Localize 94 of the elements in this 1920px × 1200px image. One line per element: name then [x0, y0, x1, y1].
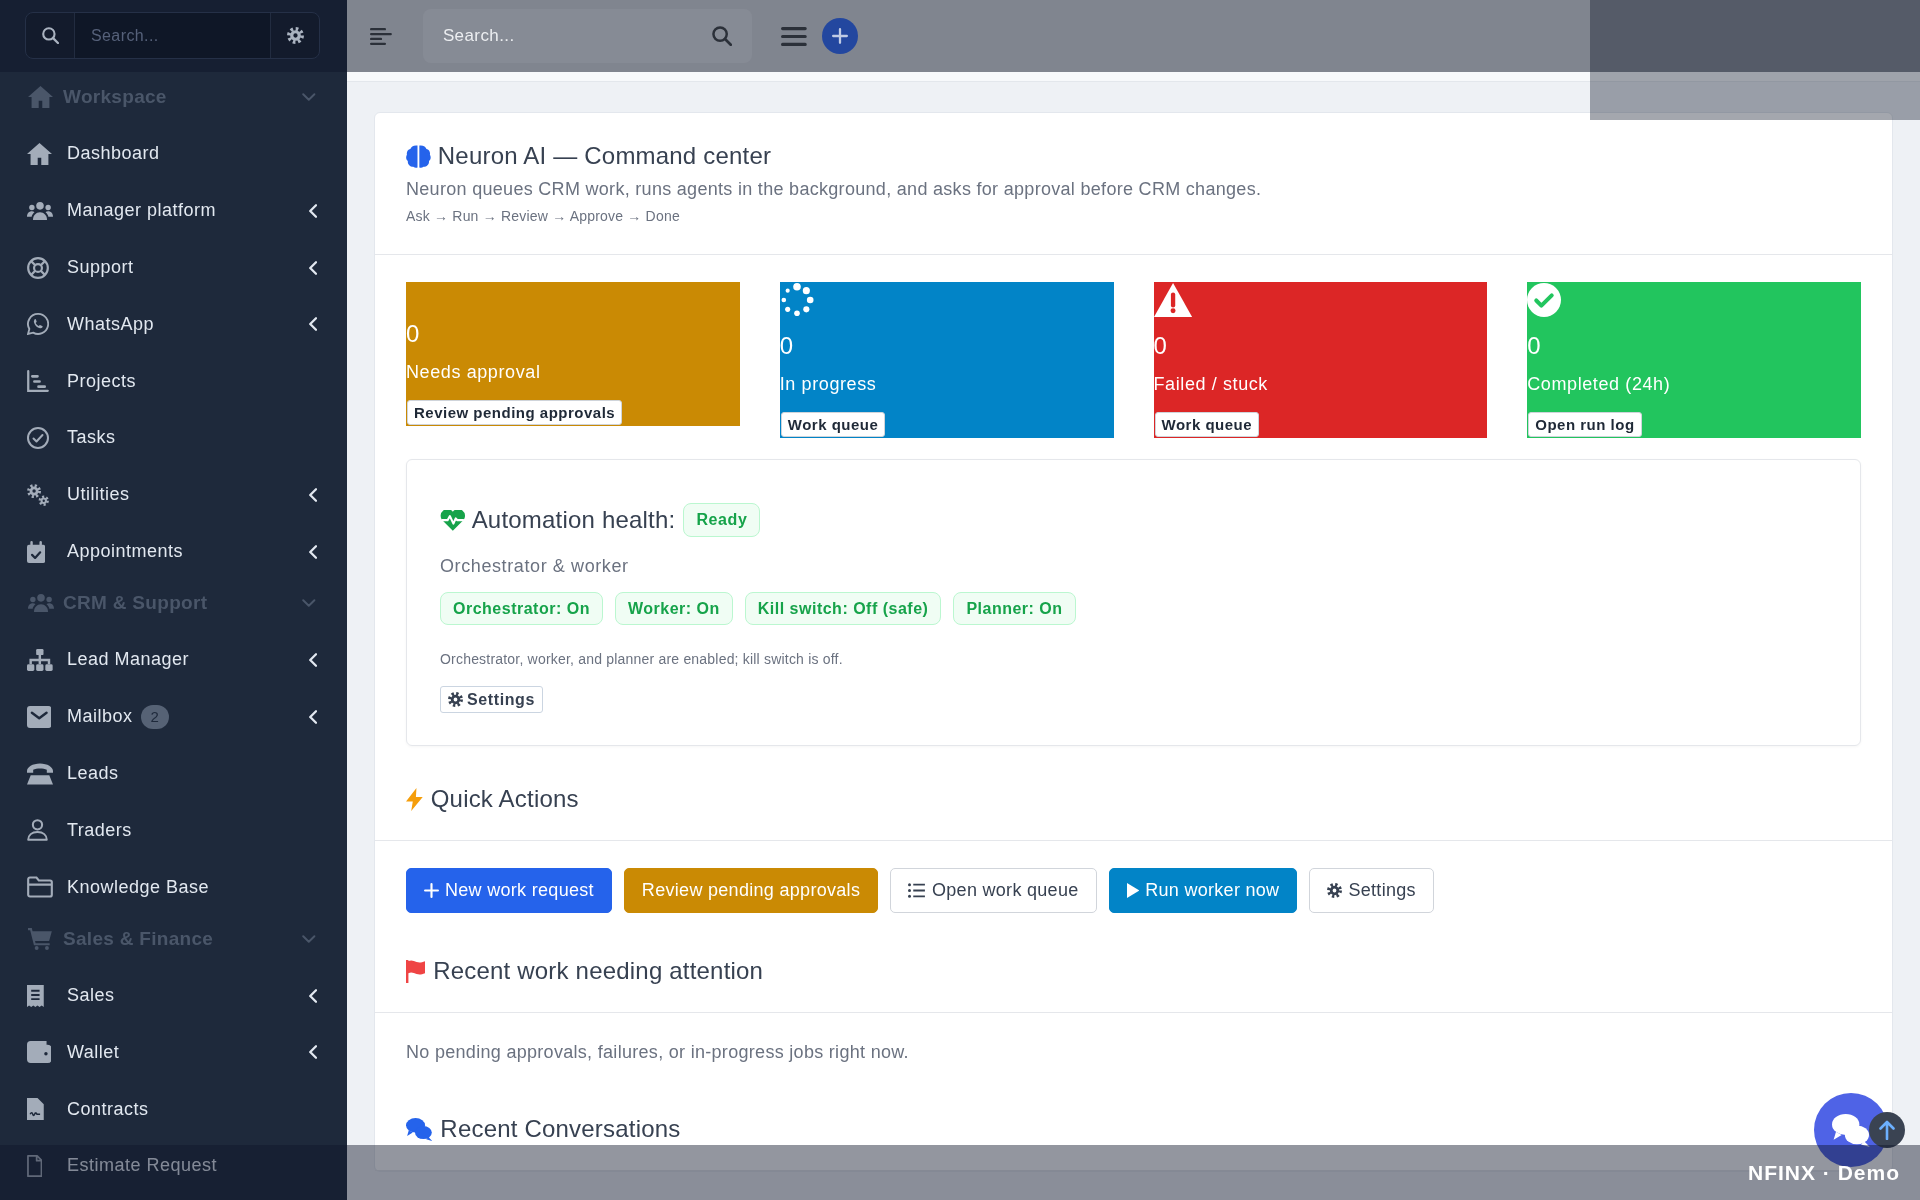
nav-item[interactable]: Lead Manager	[0, 631, 347, 689]
page-subtitle: Neuron queues CRM work, runs agents in the background, and asks for approval before CRM changes.	[406, 178, 1263, 201]
action-button[interactable]: Settings	[1309, 868, 1434, 913]
search-field[interactable]: Search...	[74, 13, 271, 58]
health-title: Automation health:	[471, 506, 676, 534]
stat-label: In progress	[779, 373, 877, 396]
stat-label: Completed (24h)	[1527, 373, 1671, 396]
cart-icon	[28, 927, 52, 950]
hierarchy-icon	[27, 648, 53, 671]
folder-icon	[27, 876, 53, 899]
scroll-top-button[interactable]	[1869, 1112, 1905, 1148]
status-chip: Planner: On	[953, 592, 1076, 625]
menu-icon[interactable]	[780, 26, 807, 46]
brain-icon	[406, 144, 431, 168]
plus-icon	[831, 28, 848, 44]
users-icon	[27, 199, 53, 222]
list-icon	[908, 883, 926, 898]
flow-steps: Ask → Run → Review → Approve → Done	[406, 206, 1861, 226]
nav-item[interactable]: Estimate Request	[0, 1137, 347, 1195]
count-badge: 2	[140, 704, 169, 729]
stat-label: Needs approval	[406, 361, 541, 384]
nav-item[interactable]: Knowledge Base	[0, 858, 347, 916]
nav-item[interactable]: WhatsApp	[0, 296, 347, 353]
bolt-icon	[406, 787, 423, 811]
stat-value: 0	[1153, 331, 1167, 361]
stat-card-button[interactable]: Work queue	[780, 412, 886, 437]
plus-icon	[424, 883, 439, 898]
empty-message: No pending approvals, failures, or in-progress jobs right now.	[405, 1041, 910, 1064]
status-badge: Ready	[683, 503, 761, 537]
health-note: Orchestrator, worker, and planner are enabled; kill switch is off.	[440, 650, 843, 669]
nav-item[interactable]: Manager platform	[0, 182, 347, 240]
health-subtitle: Orchestrator & worker	[440, 555, 629, 578]
check-circle-icon	[27, 426, 49, 449]
envelope-icon	[27, 705, 52, 728]
nav-item[interactable]: Appointments	[0, 523, 347, 580]
nav-item[interactable]: Tasks	[0, 409, 347, 467]
nav-item[interactable]: Utilities	[0, 466, 347, 524]
action-button[interactable]: New work request	[406, 868, 612, 913]
phone-bubble-icon	[27, 313, 50, 336]
bar-chart-icon	[27, 370, 49, 393]
section-title: Quick Actions	[430, 784, 579, 814]
stat-value: 0	[406, 319, 420, 349]
add-button[interactable]	[821, 18, 858, 54]
receipt-icon	[27, 984, 44, 1007]
gears-icon	[27, 483, 49, 506]
chat-bubbles-icon	[1832, 1113, 1870, 1147]
chat-bubbles-icon	[406, 1117, 433, 1141]
stat-card-button[interactable]: Open run log	[1528, 412, 1642, 437]
nav-item[interactable]: Mailbox 2	[0, 688, 347, 746]
search-icon	[41, 27, 59, 44]
play-icon	[1126, 883, 1140, 898]
stat-value: 0	[1527, 331, 1541, 361]
nav-item[interactable]: Projects	[0, 352, 347, 410]
stat-card-button[interactable]: Review pending approvals	[407, 400, 623, 425]
user-icon	[27, 819, 48, 842]
action-button[interactable]: Open work queue	[890, 868, 1097, 913]
home-icon	[27, 143, 52, 165]
calendar-check-icon	[27, 540, 46, 563]
search-icon[interactable]	[711, 26, 732, 46]
gear-icon	[1327, 883, 1343, 898]
gear-icon	[286, 27, 304, 44]
nav-item[interactable]: Dashboard	[0, 125, 347, 183]
action-button[interactable]: Run worker now	[1108, 868, 1298, 913]
spinner-icon	[779, 283, 814, 317]
stat-value: 0	[779, 331, 794, 361]
wallet-icon	[27, 1041, 52, 1064]
search-field[interactable]: Search...	[422, 9, 752, 63]
nav-item[interactable]: Support	[0, 239, 347, 296]
users-icon	[28, 591, 54, 614]
nav-item[interactable]: Traders	[0, 801, 347, 859]
stat-label: Failed / stuck	[1153, 373, 1268, 396]
file-icon	[27, 1154, 43, 1177]
nav-item[interactable]: Wallet	[0, 1023, 347, 1081]
nav-item[interactable]: Sales	[0, 967, 347, 1024]
nav-item[interactable]: Leads	[0, 745, 347, 802]
section-title: Recent work needing attention	[433, 956, 764, 986]
status-chip: Orchestrator: On	[440, 592, 603, 625]
page-title: Neuron AI — Command center	[437, 141, 772, 171]
status-chip: Worker: On	[614, 592, 733, 625]
section-title: Recent Conversations	[440, 1114, 681, 1144]
life-ring-icon	[27, 256, 49, 279]
demo-label: NFINX · Demo	[1748, 1160, 1900, 1185]
stat-card-button[interactable]: Work queue	[1154, 412, 1260, 437]
arrow-up-icon	[1879, 1120, 1895, 1140]
heart-pulse-icon	[440, 509, 466, 531]
gear-icon	[448, 692, 463, 707]
telephone-icon	[27, 762, 53, 785]
settings-button[interactable]: Settings	[440, 686, 543, 713]
nav-item[interactable]: Contracts	[0, 1080, 347, 1138]
flag-icon	[406, 959, 426, 983]
signed-document-icon	[27, 1098, 44, 1121]
align-left-icon[interactable]	[370, 27, 392, 45]
status-chip: Kill switch: Off (safe)	[744, 592, 942, 625]
home-icon	[28, 86, 53, 108]
